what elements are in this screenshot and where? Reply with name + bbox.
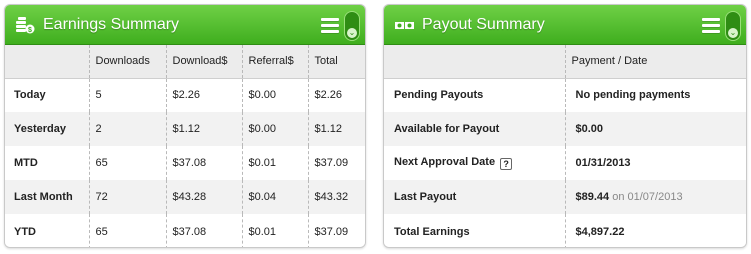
total-cell: $37.09 xyxy=(307,146,365,180)
money-bills-icon xyxy=(394,17,416,36)
collapse-toggle[interactable]: ⌄ xyxy=(344,11,360,41)
total-cell: $37.09 xyxy=(307,214,365,247)
column-header-download-amount: Download$ xyxy=(165,45,242,79)
value-text: $89.44 xyxy=(575,191,610,203)
row-label: MTD xyxy=(5,146,89,180)
earnings-panel-header: $ Earnings Summary ⌄ xyxy=(5,5,365,45)
row-label: Today xyxy=(5,78,89,112)
pending-payouts-value: No pending payments xyxy=(564,78,746,112)
chevron-down-icon: ⌄ xyxy=(727,27,739,39)
payout-summary-panel: Payout Summary ⌄ Payment / Date Pending … xyxy=(383,4,747,248)
hamburger-menu-icon[interactable] xyxy=(321,18,339,33)
download-amount-cell: $1.12 xyxy=(165,112,242,146)
download-amount-cell: $37.08 xyxy=(165,214,242,247)
svg-text:$: $ xyxy=(28,27,32,34)
referral-cell: $0.00 xyxy=(241,112,308,146)
row-label: Available for Payout xyxy=(384,112,565,146)
hamburger-menu-icon[interactable] xyxy=(702,18,720,33)
last-payout-value: $89.44 on 01/07/2013 xyxy=(564,180,746,214)
row-label: Pending Payouts xyxy=(384,78,565,112)
total-cell: $43.32 xyxy=(307,180,365,214)
table-row: Today 5 $2.26 $0.00 $2.26 xyxy=(5,78,365,112)
column-header-downloads: Downloads xyxy=(88,45,166,79)
table-row: Last Payout $89.44 on 01/07/2013 xyxy=(384,180,746,214)
total-earnings-value: $4,897.22 xyxy=(564,214,746,247)
row-label: Next Approval Date? xyxy=(384,146,565,180)
earnings-summary-panel: $ Earnings Summary ⌄ Downloads Download$… xyxy=(4,4,366,248)
payout-panel-header: Payout Summary ⌄ xyxy=(384,5,746,45)
table-row: Total Earnings $4,897.22 xyxy=(384,214,746,247)
column-header xyxy=(384,45,565,79)
download-amount-cell: $2.26 xyxy=(165,78,242,112)
table-row: MTD 65 $37.08 $0.01 $37.09 xyxy=(5,146,365,180)
earnings-table: Downloads Download$ Referral$ Total Toda… xyxy=(5,45,365,247)
downloads-cell: 2 xyxy=(88,112,166,146)
downloads-cell: 65 xyxy=(88,146,166,180)
table-row: Next Approval Date? 01/31/2013 xyxy=(384,146,746,180)
column-header-payment-date: Payment / Date xyxy=(564,45,746,79)
payout-panel-title: Payout Summary xyxy=(422,16,545,33)
referral-cell: $0.01 xyxy=(241,214,308,247)
row-label: Total Earnings xyxy=(384,214,565,247)
downloads-cell: 65 xyxy=(88,214,166,247)
value-text: $0.00 xyxy=(575,123,604,135)
chevron-down-icon: ⌄ xyxy=(346,27,358,39)
row-label: Last Payout xyxy=(384,180,565,214)
table-header-row: Payment / Date xyxy=(384,45,746,79)
table-row: Available for Payout $0.00 xyxy=(384,112,746,146)
help-icon[interactable]: ? xyxy=(500,158,513,170)
referral-cell: $0.04 xyxy=(241,180,308,214)
column-header-total: Total xyxy=(307,45,365,79)
referral-cell: $0.01 xyxy=(241,146,308,180)
total-cell: $1.12 xyxy=(307,112,365,146)
column-header-referral: Referral$ xyxy=(241,45,308,79)
payout-table: Payment / Date Pending Payouts No pendin… xyxy=(384,45,746,247)
total-cell: $2.26 xyxy=(307,78,365,112)
value-text: No pending payments xyxy=(575,89,691,102)
row-label-text: Next Approval Date xyxy=(394,156,496,168)
referral-cell: $0.00 xyxy=(241,78,308,112)
table-header-row: Downloads Download$ Referral$ Total xyxy=(5,45,365,79)
row-label: Last Month xyxy=(5,180,89,214)
available-for-payout-value: $0.00 xyxy=(564,112,746,146)
downloads-cell: 5 xyxy=(88,78,166,112)
table-row: YTD 65 $37.08 $0.01 $37.09 xyxy=(5,214,365,247)
table-row: Yesterday 2 $1.12 $0.00 $1.12 xyxy=(5,112,365,146)
value-text: $4,897.22 xyxy=(575,225,625,238)
downloads-cell: 72 xyxy=(88,180,166,214)
earnings-panel-title: Earnings Summary xyxy=(43,16,180,33)
value-text: 01/31/2013 xyxy=(575,157,631,169)
table-row: Pending Payouts No pending payments xyxy=(384,78,746,112)
download-amount-cell: $43.28 xyxy=(165,180,242,214)
table-row: Last Month 72 $43.28 $0.04 $43.32 xyxy=(5,180,365,214)
row-label: Yesterday xyxy=(5,112,89,146)
coin-stack-icon: $ xyxy=(15,17,35,38)
row-label: YTD xyxy=(5,214,89,247)
next-approval-date-value: 01/31/2013 xyxy=(564,146,746,180)
collapse-toggle[interactable]: ⌄ xyxy=(725,11,741,41)
last-payout-date: on 01/07/2013 xyxy=(612,191,683,203)
column-header xyxy=(5,45,89,79)
download-amount-cell: $37.08 xyxy=(165,146,242,180)
